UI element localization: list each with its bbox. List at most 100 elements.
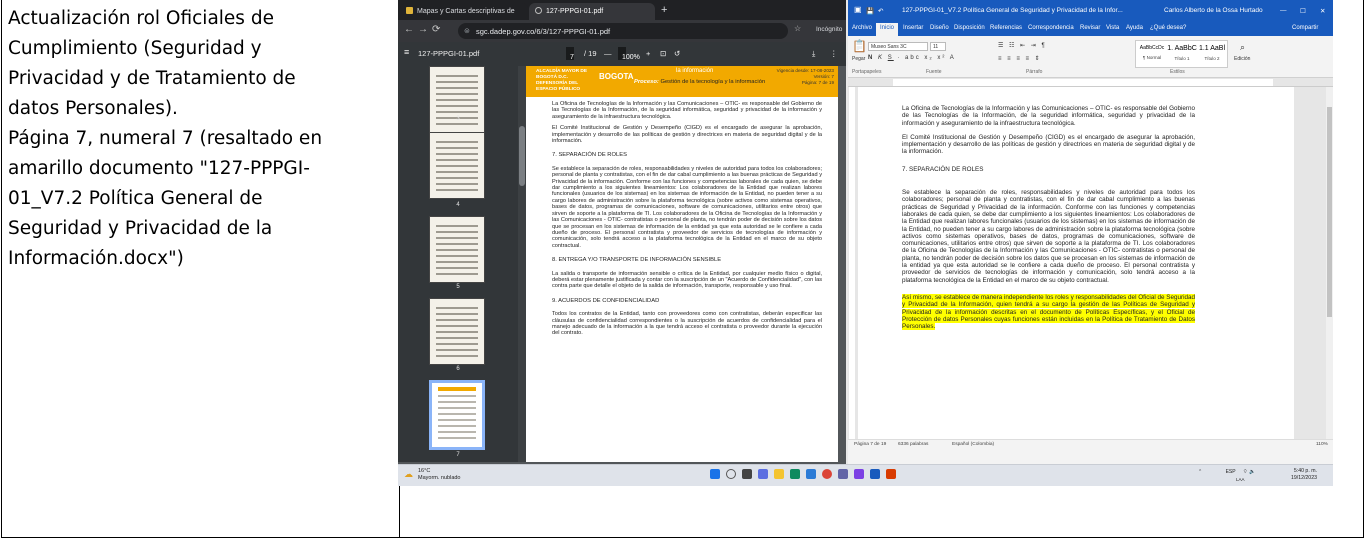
site-info-icon[interactable]: ⊜	[464, 27, 470, 35]
chrome-icon[interactable]	[822, 469, 832, 479]
caption-line: Seguridad y Privacidad de la	[8, 218, 273, 239]
task-view-icon[interactable]	[742, 469, 752, 479]
tab-inicio[interactable]: Inicio	[876, 23, 899, 36]
thumbnail-page-7-selected[interactable]	[429, 380, 485, 450]
tab-archivo[interactable]: Archivo	[852, 25, 872, 31]
font-name-select[interactable]: Museo Sans 3C	[868, 42, 928, 51]
teams-icon[interactable]	[838, 469, 848, 479]
pdf-section-8: La salida o transporte de información se…	[552, 270, 822, 290]
share-button[interactable]: Compartir	[1292, 25, 1318, 31]
tab-vista[interactable]: Vista	[1106, 25, 1119, 31]
rotate-icon[interactable]: ↺	[674, 49, 680, 58]
status-words[interactable]: 6336 palabras	[898, 442, 928, 447]
tab-referencias[interactable]: Referencias	[990, 25, 1022, 31]
more-options-icon[interactable]: ⋮	[830, 49, 838, 58]
wifi-icon[interactable]: ⌔	[1243, 469, 1248, 475]
alignment-buttons[interactable]: ≡ ≡ ≡ ≡ ⇕	[998, 55, 1042, 62]
weather-temp: 16°C	[418, 468, 431, 474]
status-page[interactable]: Página 7 de 19	[854, 442, 886, 447]
thumbnail-scrollbar[interactable]	[518, 66, 526, 462]
tray-chevron-icon[interactable]: ⌃	[1198, 469, 1202, 475]
document-title-fragment: la información	[676, 68, 714, 74]
document-title: 127-PPPGI-01_V7.2 Política General de Se…	[902, 7, 1123, 14]
paragraph-buttons[interactable]: ☰ ☷ ⇤ ⇥ ¶	[998, 42, 1047, 49]
thumbnail-page-6[interactable]	[429, 298, 485, 365]
browser-toolbar: ← → ⟳ ⊜ sgc.dadep.gov.co/6/3/127-PPPGI-0…	[398, 20, 846, 42]
lang-code[interactable]: ESP	[1226, 469, 1236, 475]
back-arrow-icon[interactable]: ←	[404, 24, 414, 35]
clock[interactable]: 5:40 p. m. 19/12/2023	[1291, 468, 1317, 482]
tab-correspondencia[interactable]: Correspondencia	[1028, 25, 1074, 31]
menu-icon[interactable]: ≡	[404, 47, 409, 57]
document-page[interactable]: La Oficina de Tecnologías de la Informac…	[858, 87, 1294, 439]
thumbnail-page-4[interactable]	[429, 132, 485, 199]
powerpoint-icon[interactable]	[886, 469, 896, 479]
address-bar[interactable]: ⊜ sgc.dadep.gov.co/6/3/127-PPPGI-01.pdf	[458, 23, 788, 39]
undo-icon[interactable]: ↶	[878, 7, 883, 15]
forward-arrow-icon[interactable]: →	[418, 24, 428, 35]
font-format-buttons[interactable]: N K S · abc x₂ x² A	[868, 55, 956, 61]
zoom-input[interactable]: 100%	[618, 47, 640, 61]
start-icon[interactable]	[710, 469, 720, 479]
thumbnail-number: 6	[456, 366, 460, 372]
chat-icon[interactable]	[758, 469, 768, 479]
minimize-icon[interactable]: —	[1280, 7, 1287, 14]
save-icon[interactable]: 💾	[866, 7, 874, 15]
paste-icon[interactable]: 📋	[852, 39, 867, 53]
new-tab-button[interactable]: +	[661, 4, 667, 16]
search-icon[interactable]: ⌕	[1240, 42, 1245, 53]
tell-me-search[interactable]: ¿Qué desea?	[1150, 25, 1186, 31]
browser-tab-pdf[interactable]: 127-PPPGI-01.pdf	[529, 3, 655, 20]
document-canvas: La Oficina de Tecnologías de la Informac…	[856, 87, 1326, 439]
word-title-bar: ▣ 💾 ↶ 127-PPPGI-01_V7.2 Política General…	[848, 0, 1333, 22]
document-body[interactable]: La Oficina de Tecnologías de la Informac…	[902, 105, 1195, 337]
pdf-page-scrollbar[interactable]	[838, 66, 846, 462]
fit-page-icon[interactable]: ⊡	[660, 49, 666, 58]
reload-icon[interactable]: ⟳	[432, 24, 440, 35]
style-normal[interactable]: AaBbCcDc ¶ Normal	[1137, 42, 1167, 68]
page-number-input[interactable]: 7	[566, 47, 574, 61]
search-icon[interactable]	[726, 469, 736, 479]
outlook-icon[interactable]	[806, 469, 816, 479]
zoom-out-button[interactable]: —	[604, 49, 612, 58]
style-title-2[interactable]: 1.1 AaBl Título 2	[1197, 42, 1227, 68]
thumbnail-page-3[interactable]	[429, 66, 485, 133]
volume-icon[interactable]: 🔈	[1249, 469, 1255, 475]
pdf-page-body: La Oficina de Tecnologías de la Informac…	[552, 101, 822, 342]
tab-ayuda[interactable]: Ayuda	[1126, 25, 1143, 31]
style-sample: 1.1 AaBl	[1198, 45, 1226, 52]
group-label: Párrafo	[1026, 69, 1043, 75]
tab-disposicion[interactable]: Disposición	[954, 25, 985, 31]
thumbnail-page-5[interactable]	[429, 216, 485, 283]
word-icon[interactable]	[870, 469, 880, 479]
system-tray: ⌃ ESP ⌔ 🔈	[1198, 469, 1255, 475]
style-title-1[interactable]: 1. AaBbC Título 1	[1167, 42, 1197, 68]
pdf-section-7: Se establece la separación de roles, res…	[552, 165, 822, 249]
tab-insertar[interactable]: Insertar	[903, 25, 923, 31]
download-icon[interactable]: ⤓	[812, 49, 815, 59]
tab-revisar[interactable]: Revisar	[1080, 25, 1100, 31]
maximize-icon[interactable]: ☐	[1300, 7, 1306, 15]
file-explorer-icon[interactable]	[774, 469, 784, 479]
star-icon[interactable]: ☆	[794, 24, 801, 33]
style-name: ¶ Normal	[1142, 55, 1162, 60]
browser-tab-maps[interactable]: Mapas y Cartas descriptivas de	[400, 3, 528, 20]
doc-paragraph: La Oficina de Tecnologías de la Informac…	[902, 105, 1195, 127]
status-zoom[interactable]: 110%	[1316, 442, 1328, 447]
pdf-paragraph: La Oficina de Tecnologías de la Informac…	[552, 101, 822, 120]
font-size-select[interactable]: 11	[930, 42, 946, 51]
close-icon[interactable]: ✕	[1320, 7, 1325, 15]
pdf-toolbar: ≡ 127-PPPGI-01.pdf 7 / 19 — 100% + ⊡ ↺ ⤓…	[398, 42, 846, 66]
edge-icon[interactable]	[790, 469, 800, 479]
tab-label: 127-PPPGI-01.pdf	[546, 8, 604, 15]
thumbnail-number: 3	[456, 116, 460, 122]
status-language[interactable]: Español (Colombia)	[952, 442, 994, 447]
windows-taskbar: ☁ 16°C Mayorm. nublado ⌃ ESP ⌔ 🔈 LAA 5:4…	[398, 464, 1333, 486]
page-favicon-icon	[406, 7, 413, 14]
style-sample: AaBbCcDc	[1139, 45, 1165, 51]
keyboard-layout[interactable]: LAA	[1236, 477, 1245, 482]
zoom-in-button[interactable]: +	[646, 49, 650, 58]
app-icon[interactable]	[854, 469, 864, 479]
tab-diseno[interactable]: Diseño	[930, 25, 949, 31]
document-scrollbar[interactable]	[1326, 87, 1333, 439]
